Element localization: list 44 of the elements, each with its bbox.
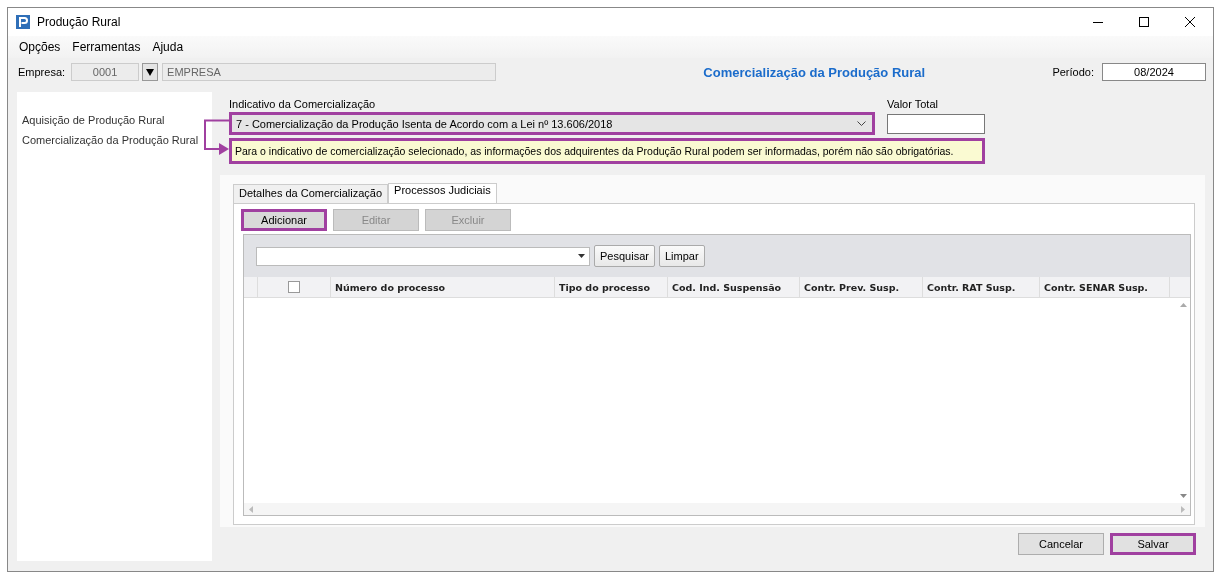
scroll-left-icon[interactable] — [249, 505, 253, 513]
column-header[interactable]: Cod. Ind. Suspensão — [668, 277, 800, 297]
search-button[interactable]: Pesquisar — [594, 245, 655, 267]
connector-arrow — [204, 119, 230, 155]
close-icon — [1185, 17, 1195, 27]
info-message: Para o indicativo de comercialização selecionado, as informações dos adquirentes da Produção Rural podem ser informadas, porém não são obrigatórias. — [229, 138, 985, 164]
select-all-checkbox[interactable] — [288, 281, 300, 293]
empresa-name-field[interactable]: EMPRESA — [162, 63, 497, 81]
cancel-button[interactable]: Cancelar — [1018, 533, 1104, 555]
sidebar-item[interactable]: Comercialização da Produção Rural — [22, 134, 212, 146]
search-button[interactable]: Limpar — [658, 245, 705, 267]
periodo-label: Período: — [1052, 66, 1094, 78]
tab[interactable]: Processos Judiciais — [388, 183, 497, 204]
app-logo-icon — [16, 15, 30, 29]
menu-item[interactable]: Ajuda — [146, 40, 190, 54]
search-dropdown[interactable] — [256, 246, 590, 266]
column-header[interactable]: Contr. RAT Susp. — [923, 277, 1040, 297]
dropdown-triangle-icon — [146, 68, 155, 76]
column-header[interactable]: Número do processo — [331, 277, 555, 297]
dropdown-triangle-icon — [578, 254, 585, 258]
menu-item[interactable]: Opções — [13, 40, 67, 54]
window-title: Produção Rural — [37, 15, 121, 29]
scroll-right-icon[interactable] — [1181, 505, 1185, 513]
chevron-down-icon — [857, 120, 866, 127]
maximize-icon — [1139, 17, 1149, 27]
empresa-code-field[interactable]: 0001 — [71, 63, 140, 81]
scroll-up-icon[interactable] — [1179, 303, 1187, 307]
empresa-label: Empresa: — [18, 66, 66, 78]
scroll-down-icon[interactable] — [1179, 494, 1187, 498]
column-header[interactable]: Contr. Prev. Susp. — [800, 277, 923, 297]
periodo-field[interactable]: 08/2024 — [1102, 63, 1206, 81]
column-header[interactable]: Contr. SENAR Susp. — [1040, 277, 1170, 297]
column-header[interactable]: Tipo do processo — [555, 277, 668, 297]
valor-total-label: Valor Total — [887, 98, 939, 110]
indicativo-dropdown[interactable]: 7 - Comercialização da Produção Isenta de Acordo com a Lei nº 13.606/2018 — [229, 112, 875, 135]
action-button[interactable]: Adicionar — [241, 209, 327, 231]
page-title: Comercialização da Produção Rural — [702, 64, 927, 80]
sidebar-item[interactable]: Aquisição de Produção Rural — [22, 114, 212, 126]
tab[interactable]: Detalhes da Comercialização — [233, 184, 389, 204]
indicativo-label: Indicativo da Comercialização — [229, 98, 377, 110]
valor-total-field[interactable] — [887, 114, 985, 134]
dropdown-button[interactable] — [142, 63, 159, 81]
menu-item[interactable]: Ferramentas — [66, 40, 147, 54]
save-button[interactable]: Salvar — [1110, 533, 1196, 555]
